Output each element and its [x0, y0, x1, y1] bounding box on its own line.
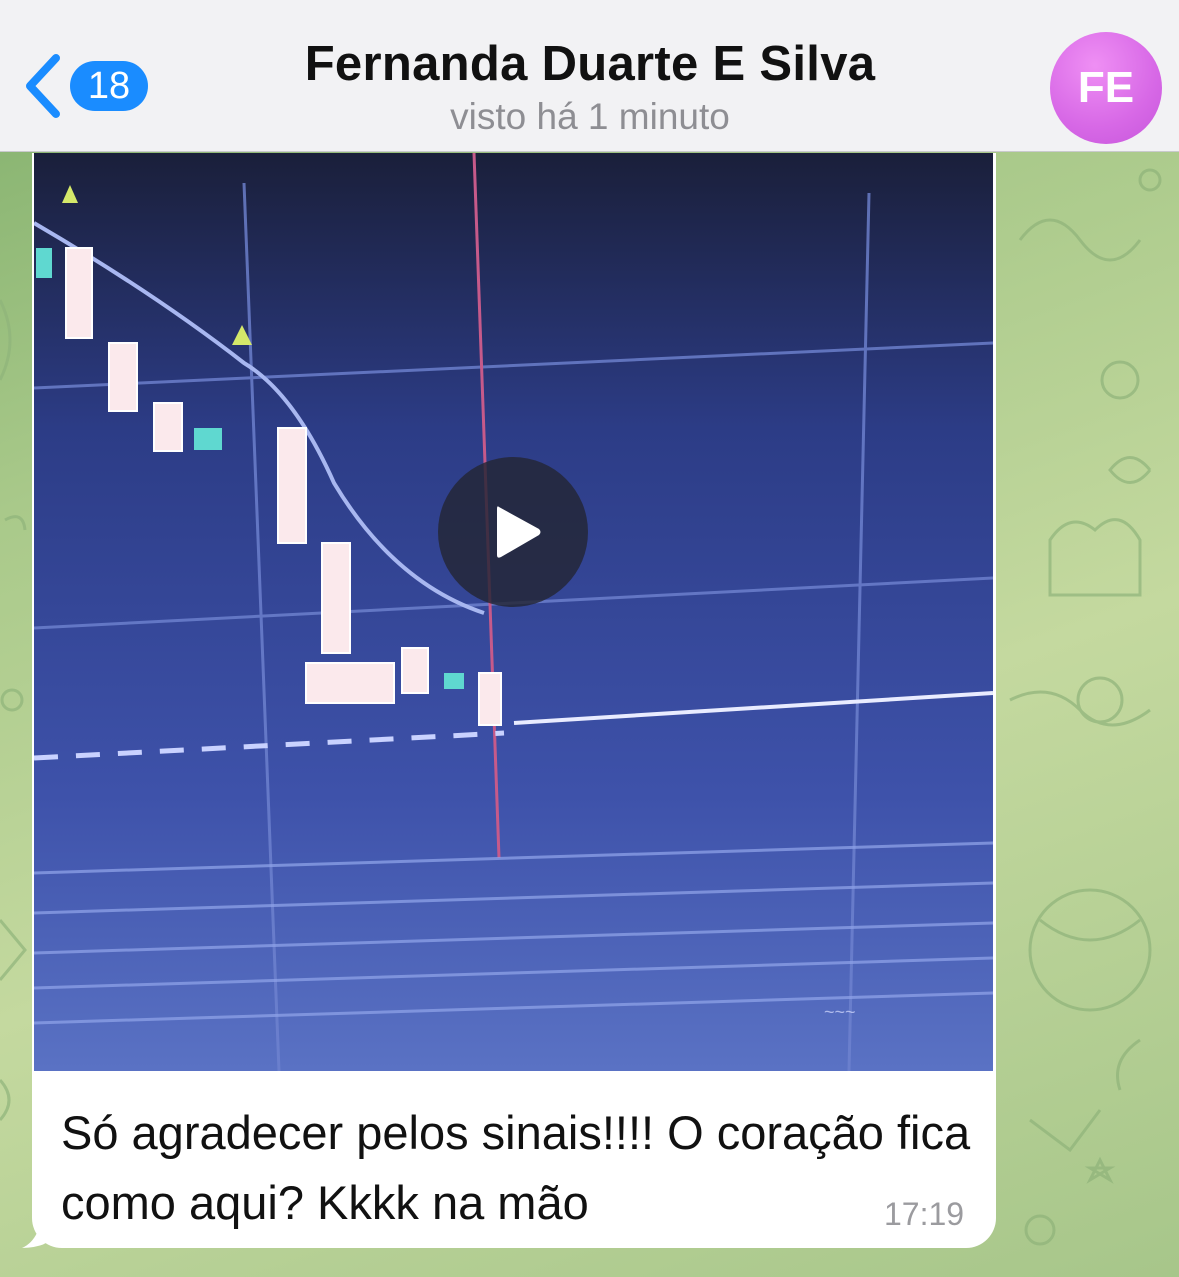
chevron-left-icon	[26, 54, 60, 118]
back-button[interactable]: 18	[18, 50, 158, 122]
last-seen-status: visto há 1 minuto	[450, 96, 730, 137]
chat-title[interactable]: Fernanda Duarte E Silva	[200, 36, 980, 92]
svg-text:~~~: ~~~	[824, 1002, 856, 1022]
video-frame: ~~~	[34, 153, 993, 1071]
avatar[interactable]: FE	[1050, 32, 1162, 144]
chat-header: 18 Fernanda Duarte E Silva visto há 1 mi…	[0, 0, 1179, 152]
message-text: Só agradecer pelos sinais!!!! O coração …	[61, 1106, 971, 1229]
play-icon	[497, 506, 541, 558]
unread-count-badge: 18	[70, 61, 148, 111]
message-time: 17:19	[884, 1196, 965, 1232]
video-thumbnail[interactable]: ~~~	[34, 153, 993, 1071]
play-button[interactable]	[438, 457, 588, 607]
